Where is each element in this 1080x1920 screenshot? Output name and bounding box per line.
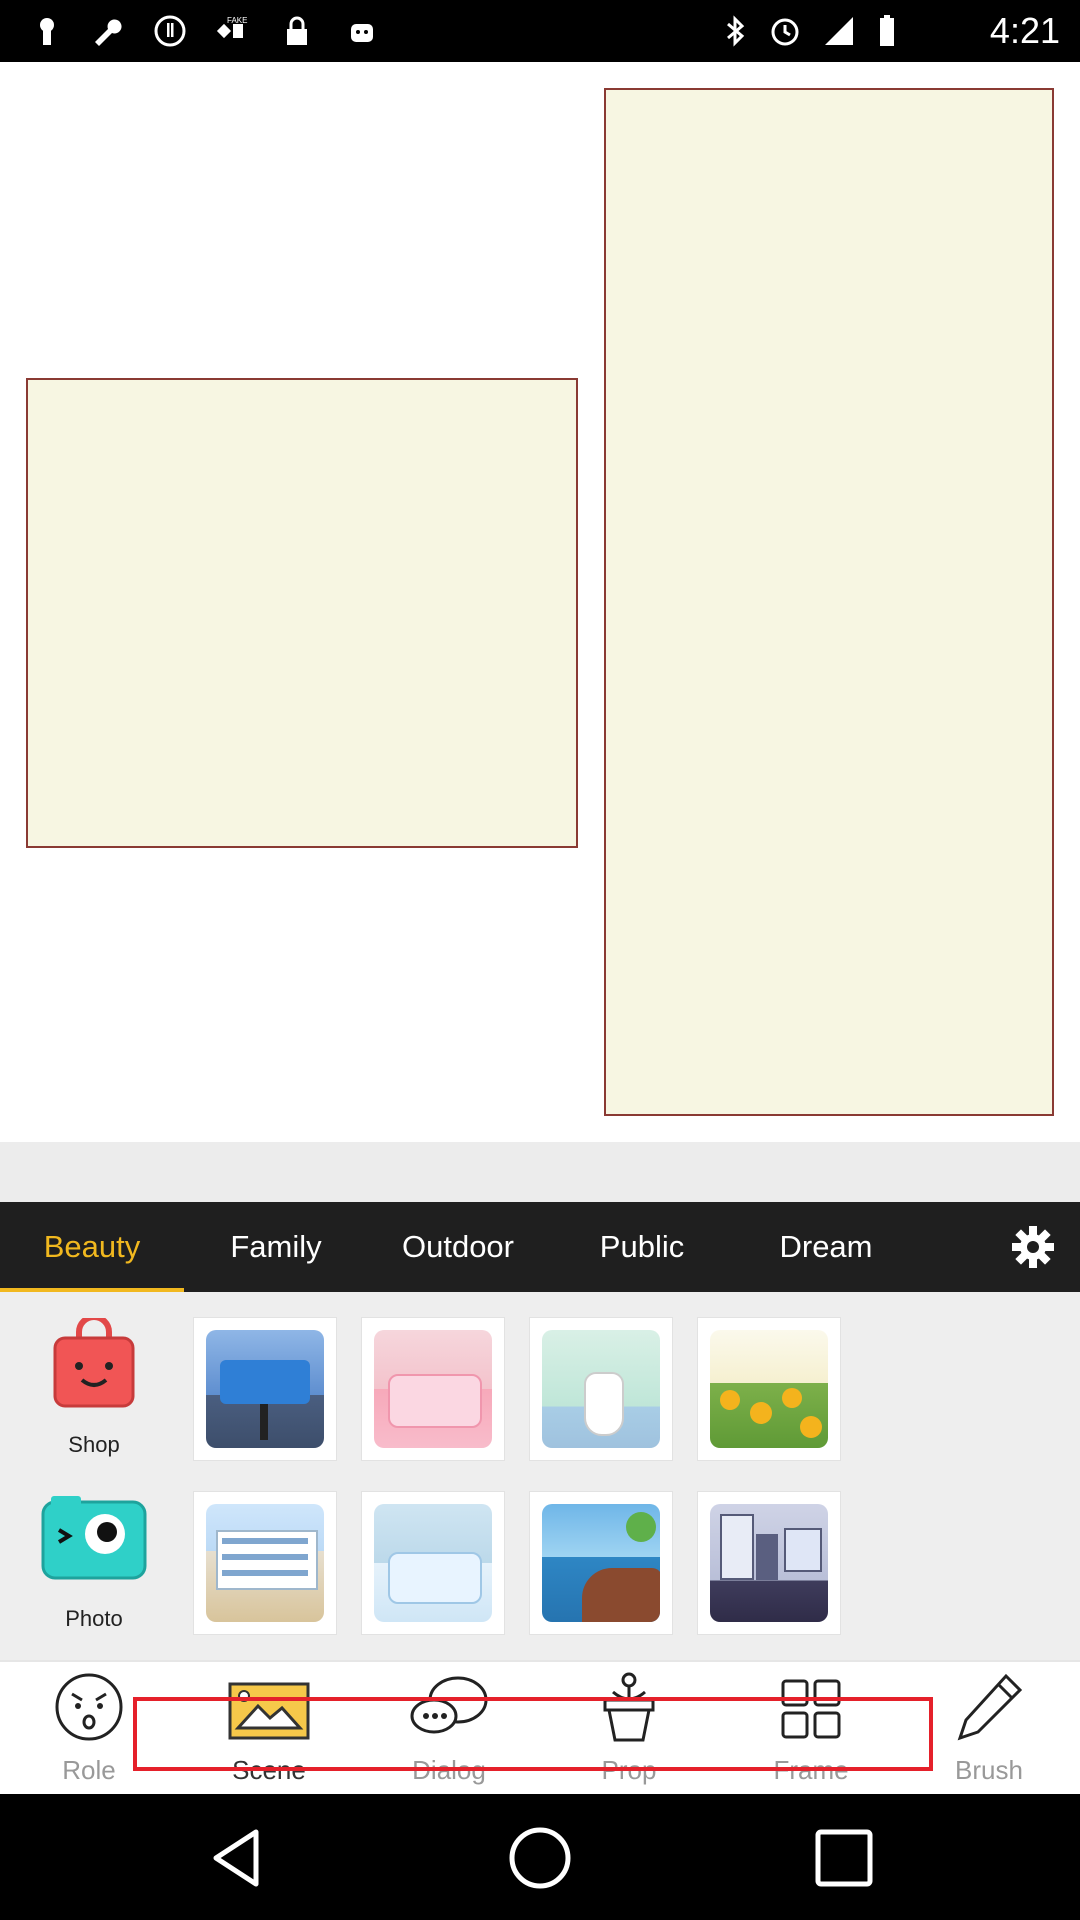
scene-thumb-hallway[interactable] <box>698 1492 840 1634</box>
scene-thumb-pink-bedroom[interactable] <box>362 1318 504 1460</box>
navigation-bar <box>0 1794 1080 1920</box>
highlight-box <box>133 1697 933 1771</box>
scene-thumb-school-building[interactable] <box>194 1492 336 1634</box>
category-tabbar: Beauty Family Outdoor Public Dream <box>0 1202 1080 1292</box>
tool-brush-label: Brush <box>955 1755 1023 1785</box>
sync-icon <box>154 15 186 47</box>
home-icon[interactable] <box>504 1822 576 1894</box>
android-icon <box>351 24 373 42</box>
shopping-bag-icon <box>53 1318 135 1408</box>
shop-label: Shop <box>68 1432 120 1457</box>
recents-icon[interactable] <box>808 1822 880 1894</box>
tab-outdoor[interactable]: Outdoor <box>366 1202 550 1292</box>
lock-icon <box>287 16 307 45</box>
svg-text:FAKE: FAKE <box>227 16 247 25</box>
blue-bedroom-scene <box>374 1504 492 1622</box>
keyhole-icon <box>40 18 54 45</box>
comic-canvas[interactable] <box>0 62 1080 1142</box>
sunflower-field-scene <box>710 1330 828 1448</box>
photo-label: Photo <box>65 1606 123 1631</box>
comic-panel-left[interactable] <box>26 378 578 848</box>
school-building-scene <box>206 1504 324 1622</box>
tool-brush[interactable]: Brush <box>914 1668 1064 1792</box>
signal-icon <box>825 17 853 45</box>
scene-thumb-seaside-cliff[interactable] <box>530 1492 672 1634</box>
shop-button[interactable]: Shop <box>28 1318 160 1458</box>
photo-button[interactable]: Photo <box>28 1492 160 1632</box>
pink-bedroom-scene <box>374 1330 492 1448</box>
scene-thumb-blue-bedroom[interactable] <box>362 1492 504 1634</box>
seaside-cliff-scene <box>542 1504 660 1622</box>
comic-panel-right[interactable] <box>604 88 1054 1116</box>
scene-thumb-sunflower-field[interactable] <box>698 1318 840 1460</box>
wrench-icon <box>95 19 122 46</box>
tab-public[interactable]: Public <box>550 1202 734 1292</box>
pencil-icon <box>957 1673 1023 1741</box>
status-bar: FAKE 4:21 <box>0 0 1080 62</box>
alarm-icon <box>771 18 799 46</box>
tab-beauty[interactable]: Beauty <box>0 1202 184 1292</box>
satellite-icon: FAKE <box>216 16 247 39</box>
battery-icon <box>880 15 894 46</box>
camera-icon <box>41 1496 147 1580</box>
tab-family[interactable]: Family <box>184 1202 368 1292</box>
hallway-scene <box>710 1504 828 1622</box>
bathroom-scene <box>542 1330 660 1448</box>
face-icon <box>55 1673 123 1741</box>
canvas-divider <box>0 1142 1080 1202</box>
scene-thumb-waiting-bench[interactable] <box>194 1318 336 1460</box>
scene-grid: Shop Photo <box>0 1292 1080 1660</box>
bluetooth-icon <box>727 15 745 47</box>
status-time: 4:21 <box>989 10 1060 51</box>
scene-thumb-bathroom[interactable] <box>530 1318 672 1460</box>
back-icon[interactable] <box>202 1822 274 1894</box>
tab-dream[interactable]: Dream <box>734 1202 918 1292</box>
waiting-bench-scene <box>206 1330 324 1448</box>
gear-icon[interactable] <box>1010 1224 1056 1270</box>
